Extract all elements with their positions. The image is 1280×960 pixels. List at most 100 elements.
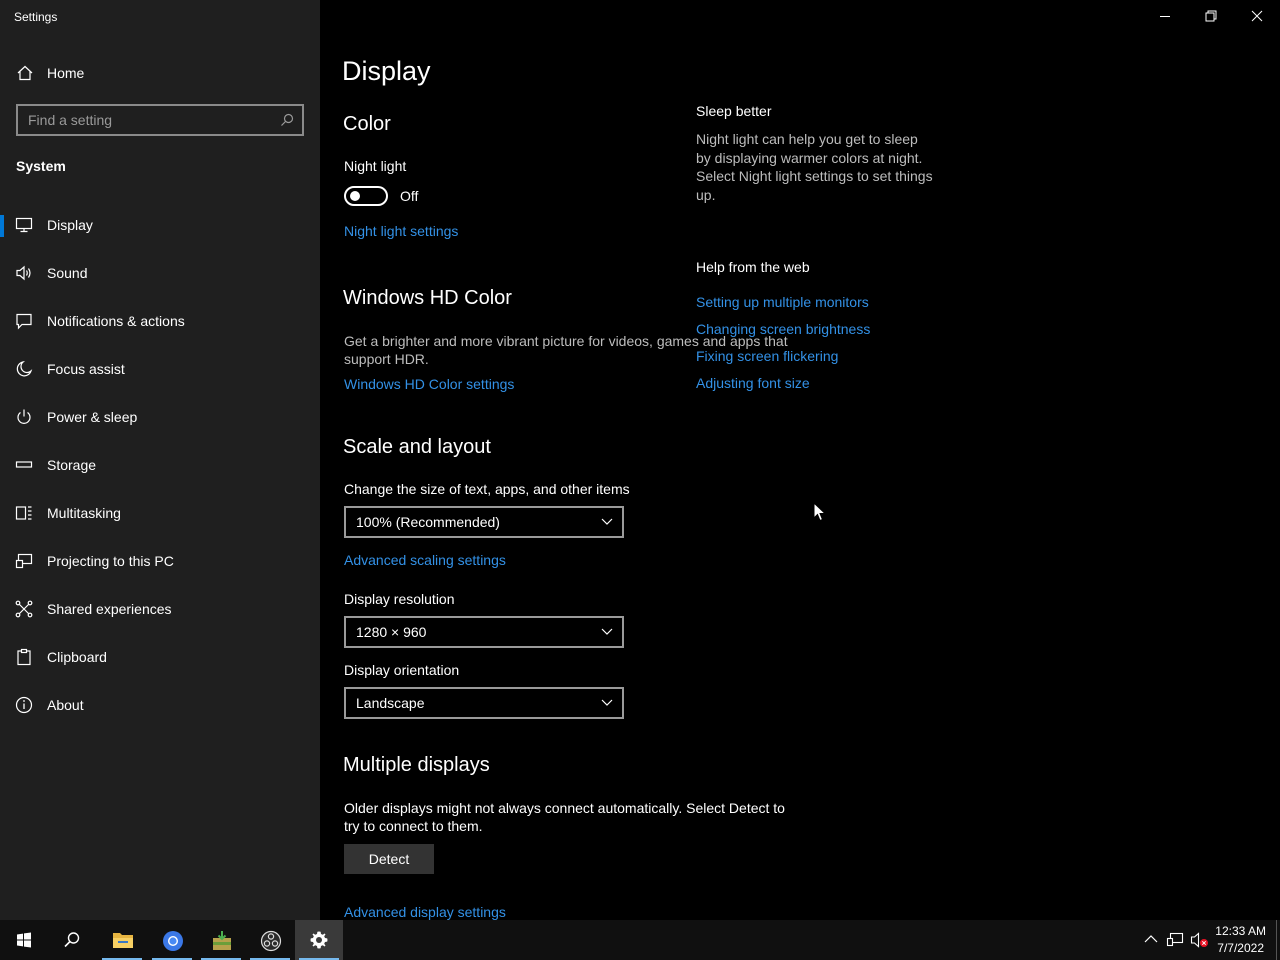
sidebar-nav: Display Sound Notifications & actions Fo… [0, 201, 320, 729]
section-label-system: System [16, 158, 66, 174]
sidebar-item-label: Projecting to this PC [47, 553, 174, 569]
projecting-icon [15, 553, 33, 569]
detect-button[interactable]: Detect [344, 844, 434, 874]
sidebar-item-label: Storage [47, 457, 97, 473]
clock-time: 12:33 AM [1215, 924, 1266, 938]
home-label: Home [47, 65, 85, 81]
night-light-state: Off [400, 188, 419, 204]
clock-date: 7/7/2022 [1217, 941, 1264, 955]
chrome-icon [163, 931, 183, 951]
sidebar-item-shared-experiences[interactable]: Shared experiences [0, 585, 320, 633]
help-link-font-size[interactable]: Adjusting font size [696, 375, 810, 391]
moon-icon [16, 360, 33, 377]
file-explorer-icon [113, 933, 133, 948]
taskbar-settings[interactable] [295, 920, 343, 960]
sidebar-item-label: Power & sleep [47, 409, 138, 425]
taskbar-obs[interactable] [246, 920, 294, 960]
night-light-label: Night light [344, 158, 407, 174]
search-icon[interactable] [280, 113, 294, 127]
sleep-better-heading: Sleep better [696, 103, 772, 119]
sidebar-item-label: Display [47, 217, 93, 233]
clipboard-icon [17, 648, 31, 666]
resolution-dropdown[interactable]: 1280 × 960 [344, 616, 624, 648]
home-icon [17, 65, 33, 81]
page-title: Display [342, 56, 431, 86]
sidebar-item-display[interactable]: Display [0, 201, 320, 249]
chevron-up-icon[interactable] [1144, 932, 1158, 946]
network-icon[interactable] [1166, 932, 1184, 948]
hd-color-heading: Windows HD Color [343, 287, 512, 309]
help-link-multiple-monitors[interactable]: Setting up multiple monitors [696, 294, 869, 310]
hd-color-settings-link[interactable]: Windows HD Color settings [344, 376, 514, 392]
search-icon [64, 932, 80, 948]
toggle-knob [350, 191, 360, 201]
obs-icon [260, 930, 282, 952]
sidebar-item-label: Shared experiences [47, 601, 172, 617]
multitasking-icon [15, 506, 32, 520]
scale-value: 100% (Recommended) [356, 514, 500, 530]
power-icon [17, 409, 31, 424]
show-desktop-button[interactable] [1276, 920, 1280, 960]
search-input[interactable] [18, 106, 268, 134]
chevron-down-icon [601, 518, 613, 525]
help-heading: Help from the web [696, 259, 810, 275]
chevron-down-icon [601, 699, 613, 706]
taskbar-search-button[interactable] [48, 920, 96, 960]
speaker-icon [16, 265, 31, 281]
sidebar-item-label: Sound [47, 265, 88, 281]
sidebar-item-about[interactable]: About [0, 681, 320, 729]
sidebar-item-label: Focus assist [47, 361, 125, 377]
advanced-scaling-link[interactable]: Advanced scaling settings [344, 552, 506, 568]
multiple-displays-heading: Multiple displays [343, 754, 490, 776]
home-nav-item[interactable]: Home [0, 58, 320, 88]
resolution-label: Display resolution [344, 591, 455, 607]
search-box[interactable] [16, 104, 304, 136]
sidebar-item-multitasking[interactable]: Multitasking [0, 489, 320, 537]
advanced-display-settings-link[interactable]: Advanced display settings [344, 904, 506, 920]
taskbar-chrome[interactable] [148, 920, 196, 960]
sidebar-item-focus-assist[interactable]: Focus assist [0, 345, 320, 393]
taskbar-archive-app[interactable] [197, 920, 245, 960]
sidebar-item-clipboard[interactable]: Clipboard [0, 633, 320, 681]
message-icon [16, 313, 32, 330]
app-title: Settings [14, 10, 58, 24]
night-light-toggle[interactable] [344, 186, 388, 206]
sidebar-item-label: Multitasking [47, 505, 121, 521]
settings-icon [310, 931, 328, 949]
scale-heading: Scale and layout [343, 436, 491, 458]
sidebar-item-label: Notifications & actions [47, 313, 185, 329]
taskbar-file-explorer[interactable] [98, 920, 146, 960]
sidebar-item-sound[interactable]: Sound [0, 249, 320, 297]
volume-muted-icon[interactable] [1190, 932, 1210, 948]
sidebar-item-projecting[interactable]: Projecting to this PC [0, 537, 320, 585]
scale-dropdown[interactable]: 100% (Recommended) [344, 506, 624, 538]
orientation-label: Display orientation [344, 662, 460, 678]
orientation-value: Landscape [356, 695, 425, 711]
sidebar: Settings Home System Display Sound [0, 0, 320, 920]
resolution-value: 1280 × 960 [356, 624, 427, 640]
orientation-dropdown[interactable]: Landscape [344, 687, 624, 719]
archive-icon [213, 931, 231, 950]
help-link-screen-flickering[interactable]: Fixing screen flickering [696, 348, 838, 364]
shared-icon [15, 600, 33, 618]
help-link-screen-brightness[interactable]: Changing screen brightness [696, 321, 870, 337]
sidebar-item-label: Clipboard [47, 649, 107, 665]
sidebar-item-label: About [47, 697, 84, 713]
storage-icon [15, 461, 33, 468]
start-icon [17, 932, 31, 948]
sidebar-item-storage[interactable]: Storage [0, 441, 320, 489]
sidebar-item-power-sleep[interactable]: Power & sleep [0, 393, 320, 441]
night-light-settings-link[interactable]: Night light settings [344, 223, 458, 239]
color-heading: Color [343, 113, 391, 135]
system-clock[interactable]: 12:33 AM 7/7/2022 [1215, 923, 1266, 957]
sleep-better-text: Night light can help you get to sleep by… [696, 131, 933, 203]
info-icon [15, 696, 33, 714]
chevron-down-icon [601, 628, 613, 635]
sidebar-item-notifications[interactable]: Notifications & actions [0, 297, 320, 345]
mouse-cursor-icon [813, 502, 827, 522]
multiple-displays-description: Older displays might not always connect … [344, 800, 785, 834]
start-button[interactable] [0, 920, 48, 960]
taskbar: 12:33 AM 7/7/2022 [0, 920, 1280, 960]
monitor-icon [15, 217, 33, 233]
size-label: Change the size of text, apps, and other… [344, 481, 630, 497]
